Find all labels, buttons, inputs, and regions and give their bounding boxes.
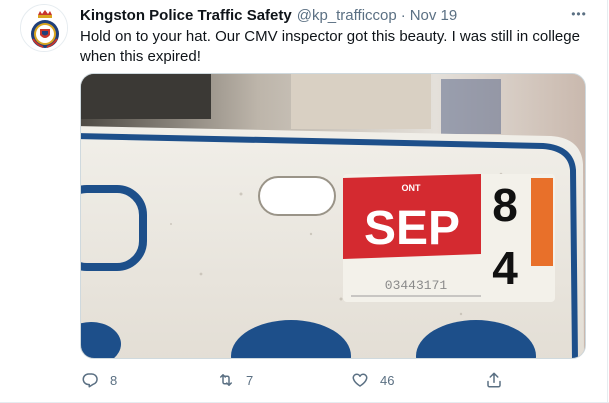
- tweet-header: Kingston Police Traffic Safety @kp_traff…: [80, 6, 457, 26]
- share-icon: [484, 370, 504, 390]
- heart-icon: [350, 370, 370, 390]
- retweet-icon: [216, 370, 236, 390]
- reply-count: 8: [110, 372, 118, 388]
- display-name[interactable]: Kingston Police Traffic Safety: [80, 6, 292, 26]
- sticker-serial: 03443171: [385, 278, 448, 293]
- like-button[interactable]: 46: [350, 368, 394, 392]
- more-options-icon[interactable]: •••: [568, 4, 590, 24]
- tweet[interactable]: Kingston Police Traffic Safety @kp_traff…: [0, 0, 609, 403]
- share-button[interactable]: [484, 368, 504, 392]
- license-plate-photo: ONT SEP 8 4 03443171: [81, 74, 585, 358]
- retweet-count: 7: [246, 372, 254, 388]
- police-badge-icon: [21, 5, 67, 51]
- sticker-month: SEP: [364, 202, 460, 255]
- tweet-text: Hold on to your hat. Our CMV inspector g…: [80, 28, 580, 65]
- tweet-image[interactable]: ONT SEP 8 4 03443171: [80, 73, 586, 359]
- tweet-date[interactable]: Nov 19: [410, 6, 458, 26]
- like-count: 46: [380, 372, 395, 388]
- user-handle[interactable]: @kp_trafficcop: [297, 6, 397, 26]
- sticker-province: ONT: [402, 183, 422, 193]
- separator: ·: [400, 7, 406, 24]
- reply-icon: [80, 370, 100, 390]
- avatar[interactable]: [20, 4, 68, 52]
- action-bar: 8 7 46: [80, 368, 510, 392]
- reply-button[interactable]: 8: [80, 368, 117, 392]
- sticker-year-top: 8: [492, 179, 518, 231]
- retweet-button[interactable]: 7: [216, 368, 253, 392]
- divider: [607, 0, 608, 403]
- sticker-year-bottom: 4: [492, 242, 518, 294]
